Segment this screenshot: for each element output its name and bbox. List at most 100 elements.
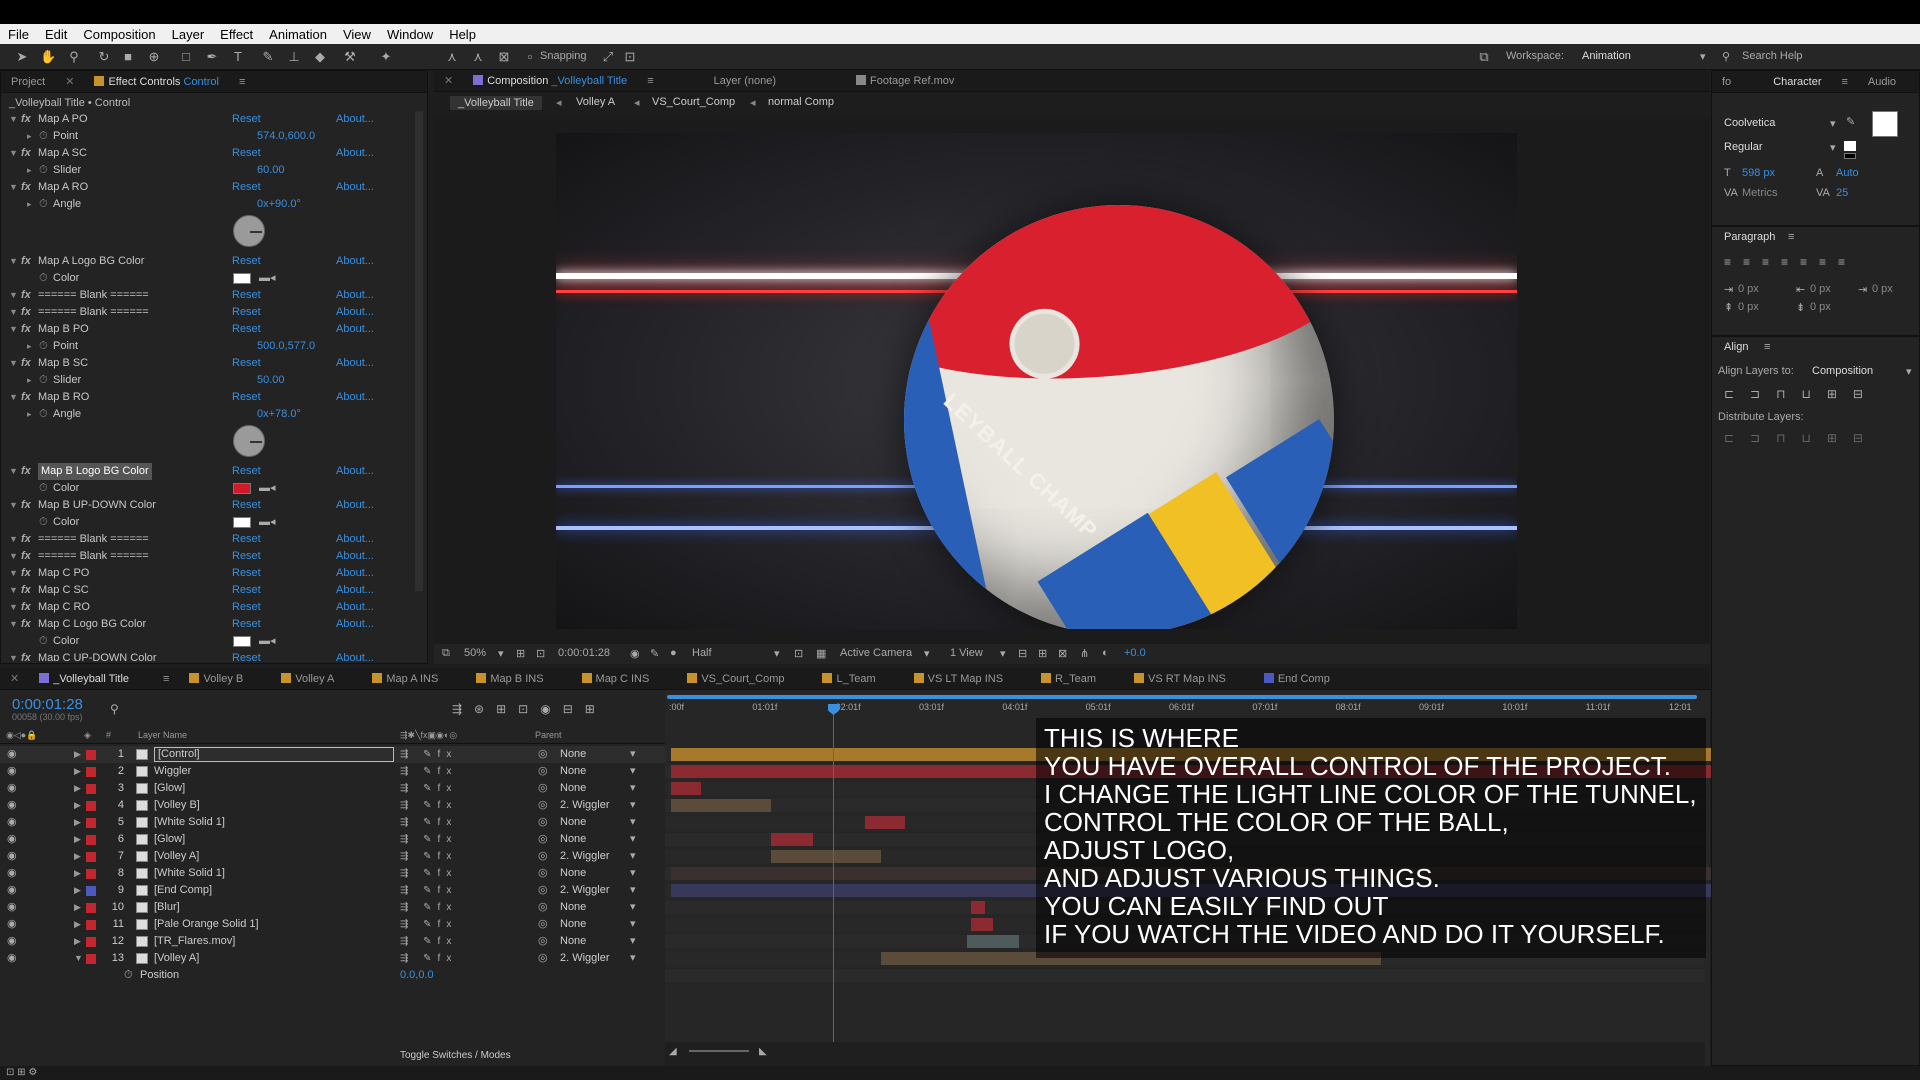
layer-switches-icon[interactable]: ⇶ ✎fx <box>400 950 457 967</box>
parent-select[interactable]: 2. Wiggler <box>560 882 610 899</box>
color-swatch[interactable] <box>233 517 251 528</box>
layer-name[interactable]: [Volley A] <box>154 950 199 967</box>
property-value[interactable]: 0x+78.0° <box>257 406 301 423</box>
pickwhip-icon[interactable]: ◎ <box>538 882 548 899</box>
about-link[interactable]: About... <box>336 497 374 514</box>
chevron-down-icon[interactable]: ▾ <box>630 763 636 780</box>
playhead-line[interactable] <box>833 710 834 1066</box>
twirl-icon[interactable]: ▼ <box>9 355 18 372</box>
label-color[interactable] <box>86 852 96 862</box>
twirl-icon[interactable]: ▶ <box>74 763 81 780</box>
label-color[interactable] <box>86 818 96 828</box>
pickwhip-icon[interactable]: ◎ <box>538 899 548 916</box>
effect-name[interactable]: ====== Blank ====== <box>38 548 149 565</box>
eye-icon[interactable]: ◉ <box>7 933 17 950</box>
chevron-down-icon[interactable]: ▾ <box>1830 117 1836 130</box>
chevron-down-icon[interactable]: ▾ <box>630 950 636 967</box>
about-link[interactable]: About... <box>336 321 374 338</box>
type-tool-icon[interactable]: T <box>230 49 246 65</box>
layer-bar[interactable] <box>971 918 993 931</box>
about-link[interactable]: About... <box>336 304 374 321</box>
effect-name[interactable]: ====== Blank ====== <box>38 287 149 304</box>
label-color[interactable] <box>86 835 96 845</box>
layer-bar[interactable] <box>771 833 813 846</box>
world-axis-icon[interactable]: ⋏ <box>470 49 486 65</box>
comp-frame[interactable]: LEYBALL CHAMP <box>556 133 1517 629</box>
timeline-tab[interactable]: End Comp <box>1254 672 1340 685</box>
timeline-icon[interactable]: ⊠ <box>1058 647 1067 660</box>
fx-icon[interactable]: fx <box>21 463 31 480</box>
twirl-icon[interactable]: ▸ <box>27 196 32 213</box>
property-value[interactable]: 50.00 <box>257 372 285 389</box>
fx-icon[interactable]: fx <box>21 253 31 270</box>
reset-link[interactable]: Reset <box>232 287 261 304</box>
layer-name[interactable]: [Blur] <box>154 899 180 916</box>
exposure-value[interactable]: +0.0 <box>1124 647 1146 659</box>
fx-icon[interactable]: fx <box>21 287 31 304</box>
menu-edit[interactable]: Edit <box>37 27 75 42</box>
breadcrumb-volleyball-title[interactable]: _Volleyball Title <box>450 96 542 110</box>
pickwhip-icon[interactable]: ◎ <box>538 950 548 967</box>
fill-color-swatch[interactable] <box>1872 111 1898 137</box>
effect-name[interactable]: Map B Logo BG Color <box>38 463 152 480</box>
layer-bar[interactable] <box>967 935 1019 948</box>
exposure-icon[interactable]: ◐ <box>1102 647 1109 659</box>
effect-name[interactable]: Map B RO <box>38 389 89 406</box>
white-swatch[interactable] <box>1844 141 1856 151</box>
layer-name[interactable]: [Glow] <box>154 831 185 848</box>
font-style-select[interactable]: Regular <box>1724 141 1763 153</box>
pickwhip-icon[interactable]: ◎ <box>538 814 548 831</box>
fx-icon[interactable]: fx <box>21 389 31 406</box>
close-icon[interactable]: ✕ <box>55 75 84 88</box>
chevron-down-icon[interactable]: ▾ <box>630 831 636 848</box>
parent-select[interactable]: 2. Wiggler <box>560 848 610 865</box>
zoom-in-icon[interactable]: ◣ <box>759 1046 767 1057</box>
fx-icon[interactable]: fx <box>21 321 31 338</box>
property-value[interactable]: 60.00 <box>257 162 285 179</box>
eye-icon[interactable]: ◉ <box>7 814 17 831</box>
label-color[interactable] <box>86 869 96 879</box>
menu-view[interactable]: View <box>335 27 379 42</box>
timeline-tab[interactable]: VS RT Map INS <box>1124 672 1236 685</box>
fx-icon[interactable]: fx <box>21 565 31 582</box>
fast-preview-icon[interactable]: ⊞ <box>1038 647 1047 660</box>
layer-switches-icon[interactable]: ⇶ ✎fx <box>400 797 457 814</box>
pickwhip-icon[interactable]: ◎ <box>538 933 548 950</box>
twirl-icon[interactable]: ▼ <box>9 321 18 338</box>
breadcrumb-vs-court[interactable]: VS_Court_Comp <box>652 96 735 108</box>
parent-select[interactable]: None <box>560 780 586 797</box>
stopwatch-icon[interactable]: ⏱ <box>39 338 48 355</box>
eye-icon[interactable]: ◉ <box>7 950 17 967</box>
stopwatch-icon[interactable]: ⏱ <box>39 128 48 145</box>
search-icon[interactable]: ⚲ <box>1722 50 1730 63</box>
twirl-icon[interactable]: ▶ <box>74 916 81 933</box>
timeline-tab[interactable]: Volley B <box>179 672 253 685</box>
fx-icon[interactable]: fx <box>21 582 31 599</box>
local-axis-icon[interactable]: ⋏ <box>444 49 460 65</box>
tab-project[interactable]: Project <box>1 76 55 88</box>
pickwhip-icon[interactable]: ◎ <box>538 780 548 797</box>
puppet-tool-icon[interactable]: ✦ <box>378 49 394 65</box>
layer-switches-icon[interactable]: ⇶ ✎fx <box>400 865 457 882</box>
stopwatch-icon[interactable]: ⏱ <box>39 196 48 213</box>
eyedropper-icon[interactable]: ▬◂ <box>259 633 276 650</box>
chevron-down-icon[interactable]: ▾ <box>630 780 636 797</box>
time-ruler[interactable]: :00f 01:01f 02:01f 03:01f 04:01f 05:01f 06:01f… <box>665 700 1705 714</box>
always-preview-icon[interactable]: ⧉ <box>442 647 450 660</box>
about-link[interactable]: About... <box>336 287 374 304</box>
layer-name[interactable]: [Glow] <box>154 780 185 797</box>
kerning-value[interactable]: Metrics <box>1742 187 1777 199</box>
layer-name[interactable]: [White Solid 1] <box>154 814 225 831</box>
eye-icon[interactable]: ◉ <box>7 746 17 763</box>
space-before-value[interactable]: 0 px <box>1738 301 1759 313</box>
property-value[interactable]: 0.0,0.0 <box>400 967 434 984</box>
fx-icon[interactable]: fx <box>21 531 31 548</box>
parent-select[interactable]: None <box>560 763 586 780</box>
fit-icon[interactable]: ⊞ <box>516 647 525 660</box>
timeline-timecode[interactable]: 0:00:01:28 <box>12 696 83 713</box>
layer-bar[interactable] <box>671 782 701 795</box>
timeline-tab[interactable]: Map B INS <box>466 672 553 685</box>
resolution-select[interactable]: Half <box>692 647 712 659</box>
layer-name-header[interactable]: Layer Name <box>138 730 187 740</box>
eyedropper-icon[interactable]: ▬◂ <box>259 514 276 531</box>
